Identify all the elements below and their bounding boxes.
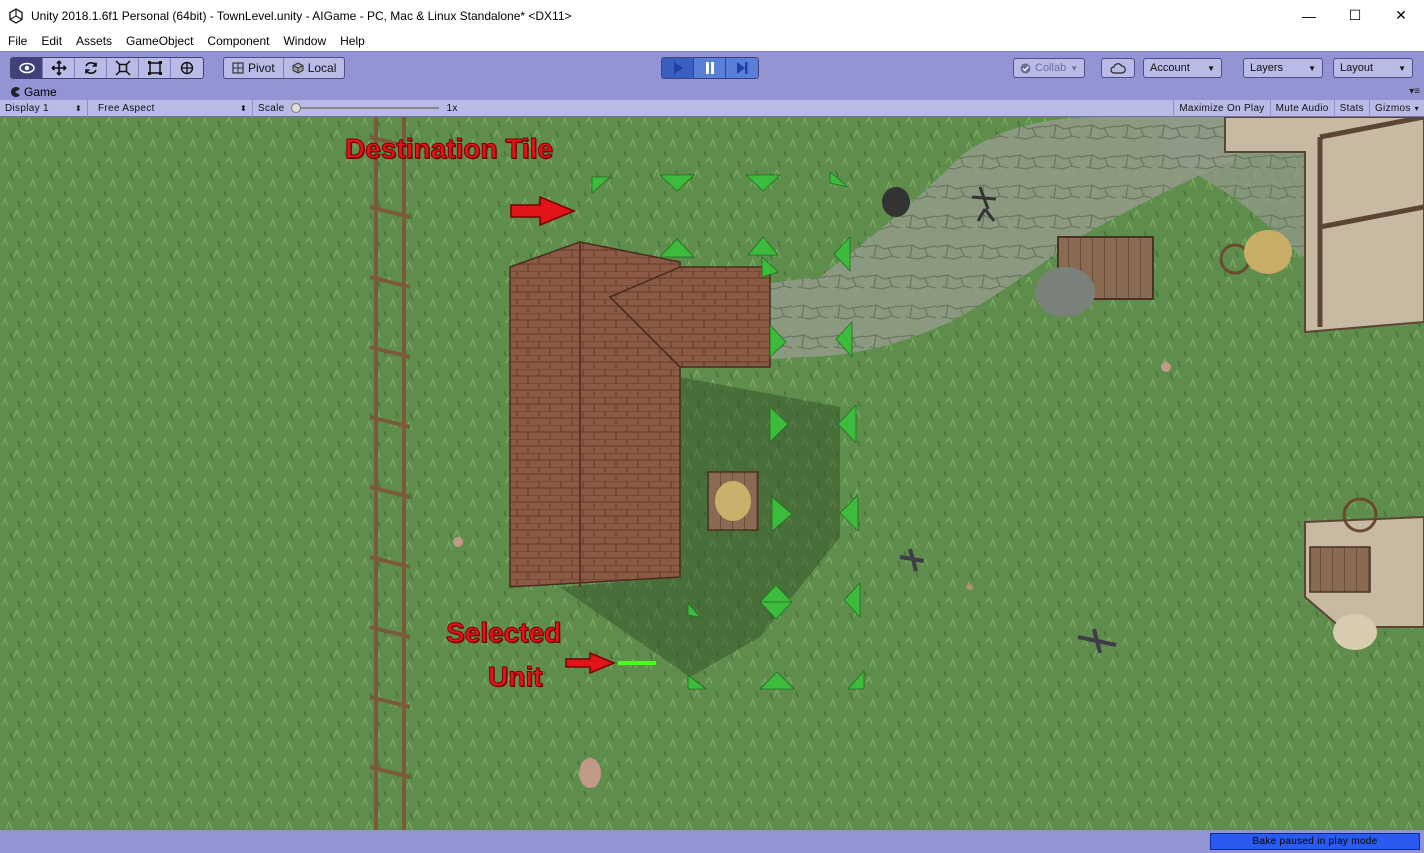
game-view[interactable]: Destination Tile Selected Unit	[0, 117, 1424, 830]
account-dropdown[interactable]: Account ▼	[1143, 58, 1222, 78]
eye-icon	[18, 62, 35, 74]
scale-label: Scale	[258, 102, 285, 114]
scale-value: 1x	[446, 102, 458, 114]
menu-edit[interactable]: Edit	[34, 31, 69, 51]
layout-label: Layout	[1340, 62, 1374, 74]
cube-icon	[292, 62, 304, 74]
chevron-down-icon: ▼	[1207, 63, 1215, 73]
menu-component[interactable]: Component	[200, 31, 276, 51]
play-icon	[673, 62, 683, 74]
display-label: Display 1	[5, 102, 49, 114]
transform-tool-button[interactable]	[171, 58, 203, 78]
chevron-down-icon: ▼	[1398, 63, 1406, 73]
scale-control: Scale 1x	[253, 100, 463, 117]
cloud-icon	[1110, 62, 1126, 74]
chevron-updown-icon: ⬍	[74, 103, 82, 113]
gizmos-label: Gizmos	[1374, 103, 1411, 114]
view-tool-button[interactable]	[11, 58, 43, 78]
pivot-button[interactable]: Pivot	[224, 58, 284, 78]
scale-icon	[114, 60, 131, 76]
minimize-button[interactable]: —	[1286, 0, 1332, 31]
local-button[interactable]: Local	[284, 58, 345, 78]
menu-gameobject[interactable]: GameObject	[119, 31, 200, 51]
pause-button[interactable]	[694, 58, 726, 78]
stats-toggle[interactable]: Stats	[1335, 100, 1370, 117]
scale-slider[interactable]	[290, 103, 439, 113]
rotate-tool-button[interactable]	[75, 58, 107, 78]
window-title: Unity 2018.1.6f1 Personal (64bit) - Town…	[31, 8, 572, 23]
game-scene	[0, 117, 1424, 830]
chevron-down-icon: ▾	[1414, 104, 1419, 113]
tab-game-label: Game	[24, 85, 57, 99]
pivot-icon	[232, 62, 244, 74]
rect-tool-button[interactable]	[139, 58, 171, 78]
menu-help[interactable]: Help	[333, 31, 372, 51]
selected-unit-annotation-line2: Unit	[487, 661, 543, 693]
menu-bar: File Edit Assets GameObject Component Wi…	[0, 31, 1424, 51]
move-icon	[51, 60, 66, 76]
layout-dropdown[interactable]: Layout ▼	[1333, 58, 1413, 78]
step-button[interactable]	[726, 58, 758, 78]
bake-status: Bake paused in play mode	[1210, 833, 1420, 850]
scale-slider-handle[interactable]	[290, 103, 301, 113]
chevron-down-icon: ▼	[1308, 63, 1316, 73]
step-icon	[737, 62, 748, 74]
gizmos-dropdown[interactable]: Gizmos ▾	[1370, 100, 1424, 117]
pivot-toggle-group: Pivot Local	[223, 57, 346, 79]
close-button[interactable]: ✕	[1378, 0, 1424, 31]
pacman-icon	[11, 87, 20, 97]
aspect-label: Free Aspect	[98, 102, 155, 114]
local-label: Local	[307, 61, 337, 75]
title-bar: Unity 2018.1.6f1 Personal (64bit) - Town…	[0, 0, 1424, 31]
play-controls	[661, 57, 759, 79]
aspect-dropdown[interactable]: Free Aspect ⬍	[88, 99, 253, 117]
status-bar: Bake paused in play mode	[0, 830, 1424, 853]
collab-button[interactable]: Collab ▼	[1013, 58, 1086, 78]
chevron-updown-icon: ⬍	[239, 103, 247, 113]
pause-icon	[705, 62, 714, 74]
maximize-button[interactable]: ☐	[1332, 0, 1378, 31]
unity-logo-icon	[9, 7, 23, 24]
menu-assets[interactable]: Assets	[69, 31, 119, 51]
menu-file[interactable]: File	[0, 31, 34, 51]
chevron-down-icon: ▼	[1070, 63, 1079, 73]
game-view-toolbar: Display 1 ⬍ Free Aspect ⬍ Scale 1x Maxim…	[0, 99, 1424, 117]
pivot-label: Pivot	[248, 61, 275, 75]
rotate-icon	[84, 62, 97, 74]
account-label: Account	[1150, 62, 1190, 74]
play-button[interactable]	[662, 58, 694, 78]
cloud-button[interactable]	[1101, 58, 1135, 78]
transform-tools	[10, 57, 204, 79]
maximize-on-play-toggle[interactable]: Maximize On Play	[1173, 100, 1271, 117]
scale-tool-button[interactable]	[107, 58, 139, 78]
display-dropdown[interactable]: Display 1 ⬍	[0, 99, 88, 117]
layers-dropdown[interactable]: Layers ▼	[1243, 58, 1323, 78]
collab-label: Collab	[1035, 62, 1067, 74]
tab-game[interactable]: Game	[4, 84, 63, 100]
selected-unit-annotation-line1: Selected	[445, 617, 562, 649]
checkmark-icon	[1020, 63, 1031, 73]
game-tab-bar: Game ▾≡	[0, 84, 1424, 100]
mute-audio-toggle[interactable]: Mute Audio	[1271, 100, 1335, 117]
layers-label: Layers	[1250, 62, 1284, 74]
main-toolbar: Pivot Local Collab ▼ Account ▼ Layers ▼ …	[0, 51, 1424, 84]
transform-icon	[180, 61, 194, 75]
move-tool-button[interactable]	[43, 58, 75, 78]
destination-tile-annotation: Destination Tile	[345, 133, 554, 165]
rect-tool-icon	[147, 61, 162, 75]
tab-menu-icon[interactable]: ▾≡	[1409, 86, 1420, 97]
menu-window[interactable]: Window	[276, 31, 333, 51]
